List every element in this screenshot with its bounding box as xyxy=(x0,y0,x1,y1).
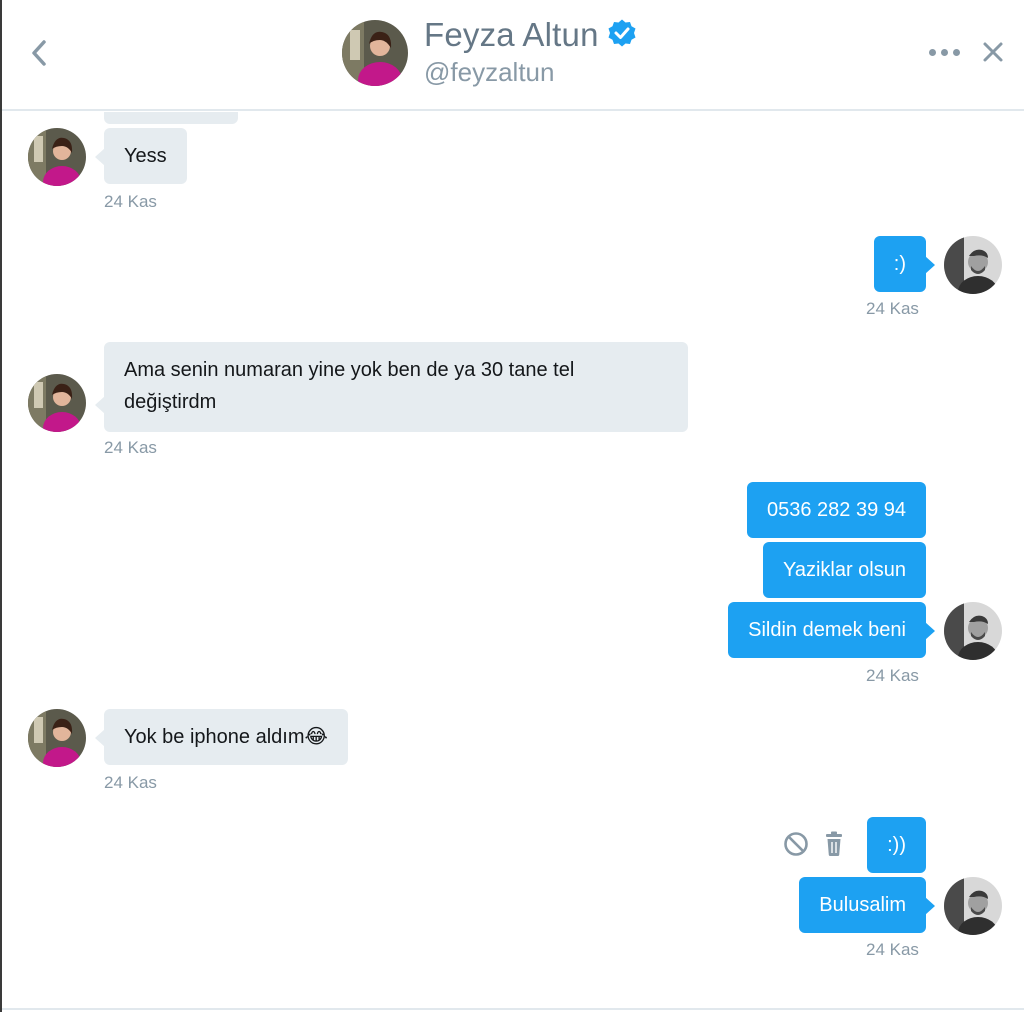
message-bubble[interactable]: Ama senin numaran yine yok ben de ya 30 … xyxy=(95,342,688,432)
message-text: 0536 282 39 94 xyxy=(766,499,906,521)
message-bubble[interactable]: Bulusalim xyxy=(799,877,935,933)
conversation-header: Feyza Altun @feyzaltun xyxy=(2,0,1024,111)
message-text: Yaziklar olsun xyxy=(782,559,906,581)
message-timestamp: 24 Kas xyxy=(104,192,157,211)
header-handle: @feyzaltun xyxy=(424,57,555,87)
trash-icon[interactable] xyxy=(820,830,848,858)
message-timestamp: 24 Kas xyxy=(104,773,157,792)
message-bubble[interactable]: :)) xyxy=(867,817,926,873)
verified-badge-icon xyxy=(607,18,637,53)
header-name[interactable]: Feyza Altun xyxy=(424,16,599,54)
close-icon[interactable] xyxy=(978,36,1008,68)
message-bubble[interactable]: Yok be iphone aldım😂 xyxy=(95,709,348,765)
message-bubble[interactable]: Sildin demek beni xyxy=(728,602,935,658)
avatar[interactable] xyxy=(944,602,1002,660)
message-text: Yess xyxy=(124,145,167,167)
message-bubble[interactable]: Yess xyxy=(95,128,187,184)
message-text: Yok be iphone aldım😂 xyxy=(124,726,328,748)
avatar[interactable] xyxy=(28,709,86,767)
message-text: Sildin demek beni xyxy=(748,619,906,641)
avatar[interactable] xyxy=(28,128,86,186)
avatar[interactable] xyxy=(342,20,408,86)
message-text: :) xyxy=(893,253,906,275)
message-bubble[interactable]: Yaziklar olsun xyxy=(762,542,926,598)
message-bubble[interactable]: 0536 282 39 94 xyxy=(746,482,926,538)
avatar[interactable] xyxy=(28,374,86,432)
more-dots-icon[interactable] xyxy=(924,40,964,64)
message-list[interactable]: Yess 24 Kas :) 24 Kas Ama senin numaran … xyxy=(2,112,1024,1008)
message-text: Ama senin numaran yine yok ben de ya 30 … xyxy=(124,359,575,413)
message-text: Bulusalim xyxy=(819,894,906,916)
message-timestamp: 24 Kas xyxy=(866,666,919,685)
avatar[interactable] xyxy=(944,877,1002,935)
message-bubble[interactable] xyxy=(104,112,238,124)
chevron-left-icon[interactable] xyxy=(24,36,54,70)
message-bubble[interactable]: :) xyxy=(873,236,935,292)
block-icon[interactable] xyxy=(782,830,810,858)
message-timestamp: 24 Kas xyxy=(104,438,157,457)
avatar[interactable] xyxy=(944,236,1002,294)
message-text: :)) xyxy=(887,834,906,856)
message-timestamp: 24 Kas xyxy=(866,299,919,318)
message-timestamp: 24 Kas xyxy=(866,940,919,959)
divider xyxy=(2,1008,1024,1010)
